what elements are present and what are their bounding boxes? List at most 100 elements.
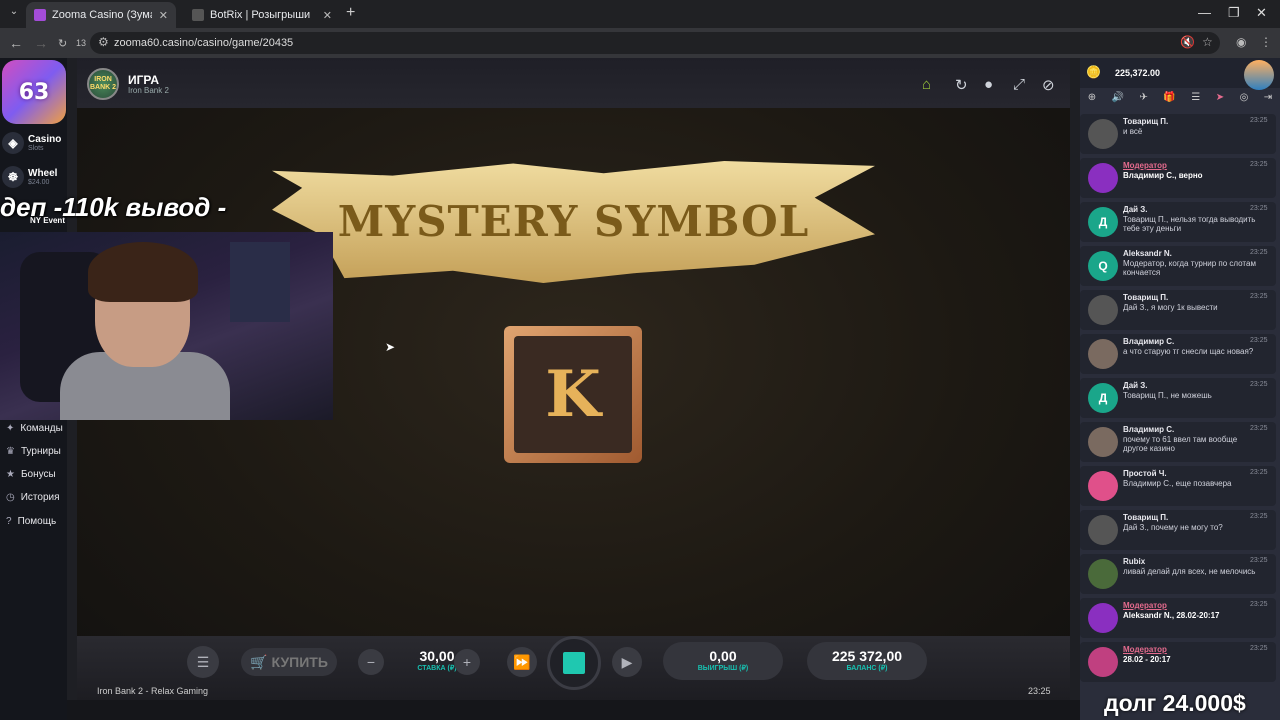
chat-text: Владимир С., еще позавчера <box>1123 479 1232 488</box>
close-window-icon[interactable]: ✕ <box>1256 5 1267 21</box>
profile-icon[interactable]: ◉ <box>1236 35 1246 49</box>
tab-zooma[interactable]: Zooma Casino (Зума Казино ✕ <box>26 2 176 28</box>
menu-help[interactable]: ? Помощь <box>6 516 56 527</box>
chat-avatar[interactable] <box>1088 471 1118 501</box>
menu-history[interactable]: ◷ История <box>6 492 60 503</box>
menu-label: Команды <box>20 423 63 434</box>
commands-icon: ✦ <box>6 423 15 434</box>
close-tab-icon[interactable]: ✕ <box>159 9 168 22</box>
page-bottom-bar <box>67 700 1080 720</box>
tab-search-icon[interactable]: ⌄ <box>6 6 22 22</box>
banner-text: MYSTERY SYMBOL <box>337 197 810 246</box>
chat-avatar[interactable] <box>1088 647 1118 677</box>
chat-time: 23:25 <box>1250 293 1268 300</box>
chat-username[interactable]: Товарищ П. <box>1123 117 1168 126</box>
bonuses-icon: ★ <box>6 469 15 480</box>
chat-avatar[interactable] <box>1088 427 1118 457</box>
chat-username[interactable]: Aleksandr N. <box>1123 249 1172 258</box>
chat-username[interactable]: Товарищ П. <box>1123 293 1168 302</box>
chat-username[interactable]: Дай З. <box>1123 381 1148 390</box>
casino-logo[interactable]: 63 <box>2 60 66 124</box>
nav-casino-sub: Slots <box>28 145 44 152</box>
chat-username[interactable]: Владимир С. <box>1123 337 1174 346</box>
cart-icon: 🛒 <box>250 653 268 670</box>
chat-avatar[interactable] <box>1088 603 1118 633</box>
chat-avatar[interactable]: Q <box>1088 251 1118 281</box>
list-icon[interactable]: ☰ <box>1191 92 1200 112</box>
record-icon[interactable]: ● <box>984 76 993 93</box>
chat-time: 23:25 <box>1250 601 1268 608</box>
menu-tournaments[interactable]: ♛ Турниры <box>6 446 61 457</box>
chat-avatar[interactable] <box>1088 163 1118 193</box>
chat-time: 23:25 <box>1250 425 1268 432</box>
chat-username[interactable]: Простой Ч. <box>1123 469 1167 478</box>
chat-username[interactable]: Rubix <box>1123 557 1145 566</box>
chat-time: 23:25 <box>1250 645 1268 652</box>
user-avatar[interactable] <box>1244 60 1274 90</box>
site-info-icon[interactable]: ⚙ <box>98 35 109 49</box>
maximize-icon[interactable]: ❐ <box>1228 5 1240 21</box>
chat-avatar[interactable] <box>1088 515 1118 545</box>
tab-botrix[interactable]: BotRix | Розыгрыши ✕ <box>184 2 340 28</box>
chat-avatar[interactable] <box>1088 339 1118 369</box>
menu-hamburger-icon[interactable]: ☰ <box>187 646 219 678</box>
hide-icon[interactable]: ⊘ <box>1042 76 1055 94</box>
forward-icon[interactable]: → <box>34 35 48 51</box>
chat-text: Дай З., я могу 1к вывести <box>1123 303 1218 312</box>
nav-wheel-sub: $24.00 <box>28 179 50 186</box>
tab-label: Zooma Casino (Зума Казино <box>52 9 152 21</box>
rocket-icon[interactable]: ✈ <box>1140 92 1148 112</box>
chat-avatar[interactable]: Д <box>1088 207 1118 237</box>
refresh-icon[interactable]: ↻ <box>955 76 968 94</box>
chat-time: 23:25 <box>1250 117 1268 124</box>
nav-wheel[interactable]: ☸ Wheel $24.00 <box>2 166 57 188</box>
chat-username[interactable]: Владимир С. <box>1123 425 1174 434</box>
mystery-symbol-tile: K <box>504 326 642 463</box>
support-icon[interactable]: ◎ <box>1240 92 1249 112</box>
chat-avatar[interactable] <box>1088 559 1118 589</box>
increase-stake-button[interactable]: + <box>454 649 480 675</box>
chat-username[interactable]: Модератор <box>1123 601 1167 610</box>
chat-username[interactable]: Товарищ П. <box>1123 513 1168 522</box>
new-tab-button[interactable]: + <box>346 4 355 22</box>
back-icon[interactable]: ← <box>9 35 23 51</box>
chat-text: почему то 61 ввел там вообще другое кази… <box>1123 435 1238 453</box>
home-icon[interactable]: ⌂ <box>922 76 931 93</box>
turbo-icon[interactable]: ⏩ <box>507 647 537 677</box>
buy-bonus-button[interactable]: 🛒 КУПИТЬ <box>241 648 337 676</box>
chat-avatar[interactable] <box>1088 295 1118 325</box>
flag-icon[interactable]: ⊕ <box>1088 92 1096 112</box>
sound-icon[interactable]: 🔊 <box>1112 92 1124 112</box>
close-tab-icon[interactable]: ✕ <box>323 9 332 22</box>
autoplay-icon[interactable]: ▶ <box>612 647 642 677</box>
url-input[interactable]: zooma60.casino/casino/game/20435 <box>90 32 1220 54</box>
bookmark-star-icon[interactable]: ☆ <box>1202 35 1213 49</box>
chat-avatar[interactable] <box>1088 119 1118 149</box>
chat-username[interactable]: Модератор <box>1123 645 1167 654</box>
reload-icon[interactable]: ↻ <box>58 37 67 50</box>
decrease-stake-button[interactable]: − <box>358 649 384 675</box>
menu-dots-icon[interactable]: ⋮ <box>1260 35 1272 49</box>
wheel-icon: ☸ <box>2 166 24 188</box>
chat-message: Товарищ П. Дай З., почему не могу то? 23:2… <box>1080 510 1276 550</box>
gift-icon[interactable]: 🎁 <box>1163 92 1175 112</box>
history-icon: ◷ <box>6 492 15 503</box>
logout-icon[interactable]: ⇥ <box>1264 92 1272 112</box>
chat-username[interactable]: Модератор <box>1123 161 1167 170</box>
nav-casino[interactable]: ◈ Casino Slots <box>2 132 61 154</box>
telegram-icon[interactable]: ➤ <box>1216 92 1224 112</box>
menu-bonuses[interactable]: ★ Бонусы <box>6 469 56 480</box>
chat-message: Модератор 28.02 - 20:17 23:25 <box>1080 642 1276 682</box>
game-title: ИГРА <box>128 73 160 87</box>
chat-time: 23:25 <box>1250 337 1268 344</box>
fullscreen-icon[interactable]: ⤢ <box>1013 76 1025 93</box>
mute-icon[interactable]: 🔇 <box>1180 35 1195 49</box>
menu-commands[interactable]: ✦ Команды <box>6 423 63 434</box>
spin-button[interactable] <box>547 636 601 690</box>
chat-text: ливай делай для всех, не мелочись <box>1123 567 1256 576</box>
minimize-icon[interactable]: — <box>1198 5 1211 20</box>
menu-label: Турниры <box>20 446 61 457</box>
chat-username[interactable]: Дай З. <box>1123 205 1148 214</box>
chat-avatar[interactable]: Д <box>1088 383 1118 413</box>
chat-time: 23:25 <box>1250 249 1268 256</box>
